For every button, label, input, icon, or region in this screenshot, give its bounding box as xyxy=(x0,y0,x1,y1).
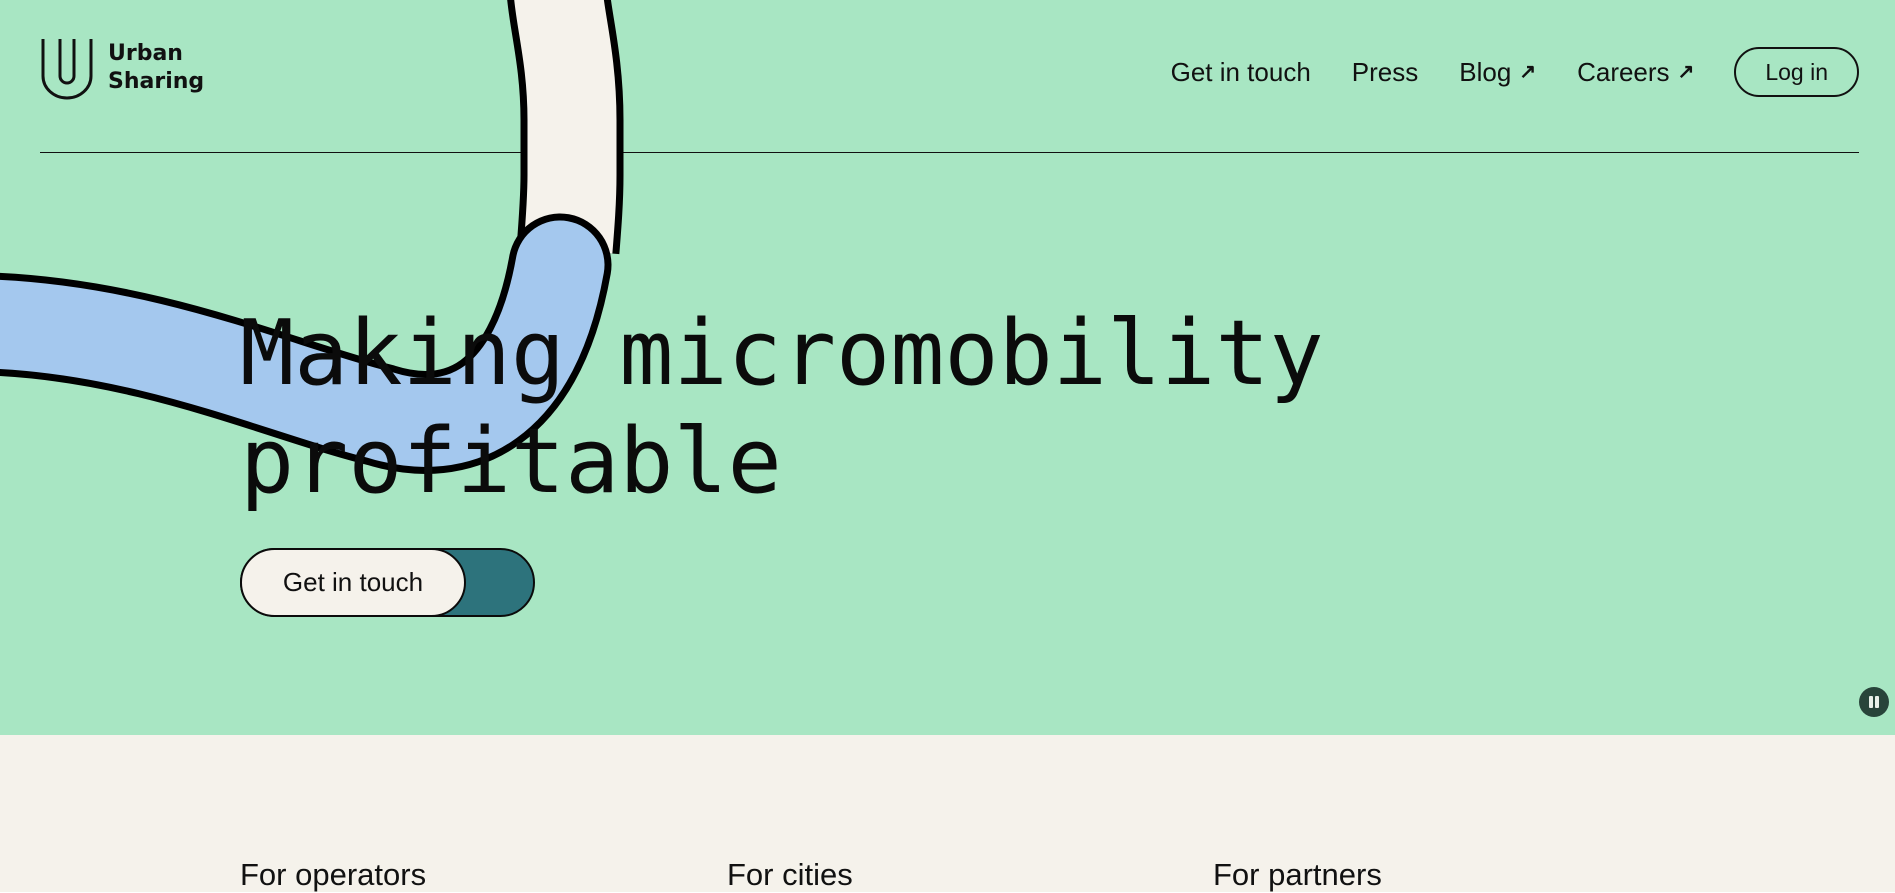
for-operators-link[interactable]: For operators xyxy=(240,857,426,893)
hero-headline-line1: Making micromobility xyxy=(240,301,1324,406)
brand-logo[interactable]: Urban Sharing xyxy=(40,36,204,100)
hero-section: Urban Sharing Get in touch Press Blog ↗ … xyxy=(0,0,1895,735)
hero-headline-line2: profitable xyxy=(240,409,782,514)
header-divider xyxy=(40,152,1859,153)
for-partners-link[interactable]: For partners xyxy=(1213,857,1382,893)
hero-headline: Making micromobility profitable xyxy=(240,300,1540,516)
pause-animation-icon[interactable] xyxy=(1859,687,1889,717)
login-button[interactable]: Log in xyxy=(1734,47,1859,97)
nav-press-label: Press xyxy=(1351,56,1419,87)
top-nav: Get in touch Press Blog ↗ Careers ↗ Log … xyxy=(1171,47,1859,97)
brand-name-line1: Urban xyxy=(108,41,183,66)
nav-blog-link[interactable]: Blog ↗ xyxy=(1459,57,1536,88)
hero-get-in-touch-button[interactable]: Get in touch xyxy=(240,548,535,617)
brand-name-line2: Sharing xyxy=(108,69,205,94)
nav-press-link[interactable]: Press xyxy=(1352,57,1418,88)
hero-cta-label: Get in touch xyxy=(240,548,466,617)
nav-get-in-touch-label: Get in touch xyxy=(1170,56,1311,87)
nav-get-in-touch-link[interactable]: Get in touch xyxy=(1171,57,1311,88)
urban-sharing-logo-icon xyxy=(41,39,93,100)
nav-careers-label: Careers xyxy=(1577,56,1670,87)
external-link-arrow-icon: ↗ xyxy=(1677,61,1695,83)
for-cities-link[interactable]: For cities xyxy=(727,857,853,893)
brand-name: Urban Sharing xyxy=(108,40,204,96)
external-link-arrow-icon: ↗ xyxy=(1519,61,1537,83)
nav-careers-link[interactable]: Careers ↗ xyxy=(1577,57,1694,88)
nav-blog-label: Blog xyxy=(1459,56,1512,87)
